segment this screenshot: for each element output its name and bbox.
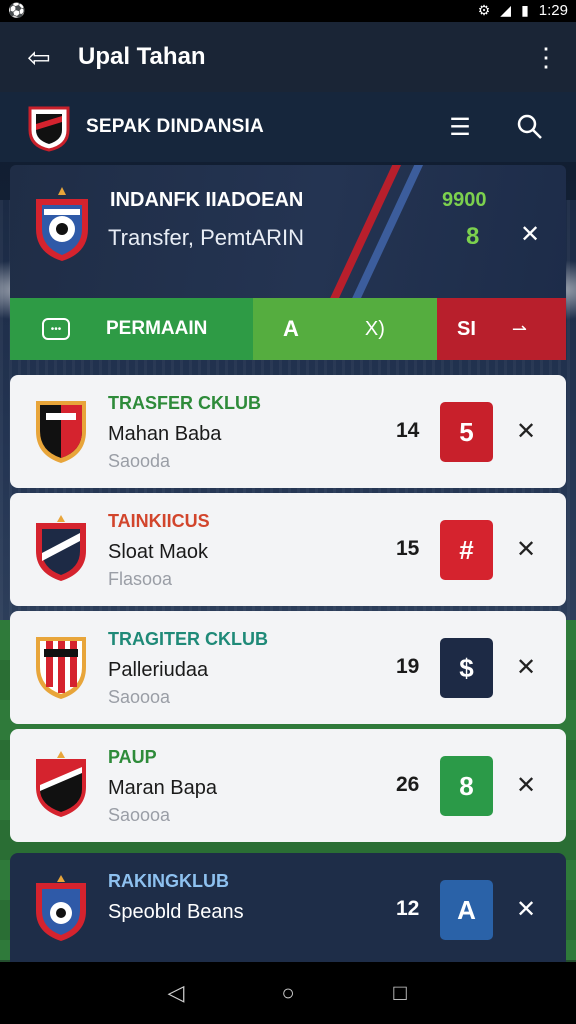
player-name: Sloat Maok [108,541,209,563]
player-name: Mahan Baba [108,423,222,445]
sub-header: SEPAK DINDANSIA ☰ [0,92,576,162]
status-badge[interactable]: # [440,520,493,580]
list-item[interactable]: TAINKIICUS Sloat Maok Flasooa 15 # ✕ [10,493,566,606]
right-action-segment[interactable]: SI ⇀ [437,298,566,360]
back-arrow-icon: ⇦ [27,41,51,73]
brand-name: SEPAK DINDANSIA [86,116,264,137]
player-meta: Flasooa [108,569,173,589]
club-name: RAKINGKLUB [108,871,229,891]
featured-score: 9900 [442,189,487,211]
status-clock: 1:29 [538,2,568,19]
player-name: Speobld Beans [108,901,244,923]
more-options-button[interactable]: ⋮ [516,22,576,92]
club-name: PAUP [108,747,157,767]
app-bar: ⇦ Upal Tahan ⋮ [0,22,576,92]
list-icon: ☰ [449,113,471,141]
system-nav-bar: ◁ ○ □ [0,962,576,1024]
mid-action-segment[interactable]: A X) [253,298,437,360]
settings-status-icon: ⚙ [477,2,491,18]
mid-left-icon: A [283,316,299,341]
battery-icon: ▮ [521,2,529,18]
more-vert-icon: ⋮ [533,41,559,72]
remove-item-button[interactable]: ✕ [516,417,536,446]
remove-item-button[interactable]: ✕ [516,653,536,682]
list-item[interactable]: RAKINGKLUB Speobld Beans 12 A ✕ [10,853,566,962]
status-badge[interactable]: A [440,880,493,940]
list-item[interactable]: PAUP Maran Bapa Saoooa 26 8 ✕ [10,729,566,842]
club-crest-icon [36,875,86,941]
status-badge[interactable]: $ [440,638,493,698]
wifi-icon: ◢ [500,2,512,18]
club-crest-icon [36,401,86,463]
notification-icon: ⚽ [8,2,26,18]
featured-close-button[interactable]: ✕ [520,220,540,249]
nav-home-icon[interactable]: ○ [268,980,308,1006]
app-title: Upal Tahan [78,43,206,70]
status-bar: ⚽ ⚙ ◢ ▮ 1:29 [0,0,576,22]
list-view-button[interactable]: ☰ [436,103,484,151]
chat-icon: ••• [42,318,70,340]
club-crest-icon [36,637,86,699]
mid-right-label: X) [364,317,385,340]
club-name: TAINKIICUS [108,511,210,531]
player-meta: Saoooa [108,687,171,707]
search-icon [517,114,542,139]
item-number: 19 [396,655,420,678]
search-button[interactable] [506,103,554,151]
status-icons: ⚙ ◢ ▮ 1:29 [478,2,568,19]
remove-item-button[interactable]: ✕ [516,771,536,800]
nav-recents-icon[interactable]: □ [380,980,420,1006]
player-meta: Saoooa [108,805,171,825]
club-name: TRAGITER CKLUB [108,629,268,649]
status-badge[interactable]: 5 [440,402,493,462]
remove-item-button[interactable]: ✕ [516,535,536,564]
list-item[interactable]: TRAGITER CKLUB Palleriudaa Saoooa 19 $ ✕ [10,611,566,724]
remove-item-button[interactable]: ✕ [516,895,536,924]
item-number: 26 [396,773,420,796]
play-label: PERMAAIN [106,318,208,339]
player-name: Palleriudaa [108,659,209,681]
item-number: 12 [396,897,420,920]
featured-club-crest-icon [36,187,88,261]
player-meta: Saooda [108,451,171,471]
back-menu-button[interactable]: ⇦ [0,22,78,92]
nav-back-icon[interactable]: ◁ [156,980,196,1006]
featured-club-name: INDANFK IIADOEAN [110,189,304,211]
play-button[interactable]: ••• PERMAAIN [10,298,253,360]
featured-subtitle: Transfer, PemtARIN [108,225,305,250]
featured-card[interactable]: INDANFK IIADOEAN Transfer, PemtARIN 9900… [10,165,566,298]
brand-crest-icon [28,106,70,152]
club-crest-icon [36,515,86,581]
arrow-right-icon: ⇀ [511,318,527,339]
action-bar: ••• PERMAAIN A X) SI ⇀ [10,298,566,360]
list-item[interactable]: TRASFER CKLUB Mahan Baba Saooda 14 5 ✕ [10,375,566,488]
player-name: Maran Bapa [108,777,217,799]
club-name: TRASFER CKLUB [108,393,261,413]
item-number: 15 [396,537,420,560]
club-crest-icon [36,751,86,817]
right-action-label: SI [457,317,476,340]
featured-score-secondary: 8 [466,223,480,250]
status-badge[interactable]: 8 [440,756,493,816]
item-number: 14 [396,419,420,442]
